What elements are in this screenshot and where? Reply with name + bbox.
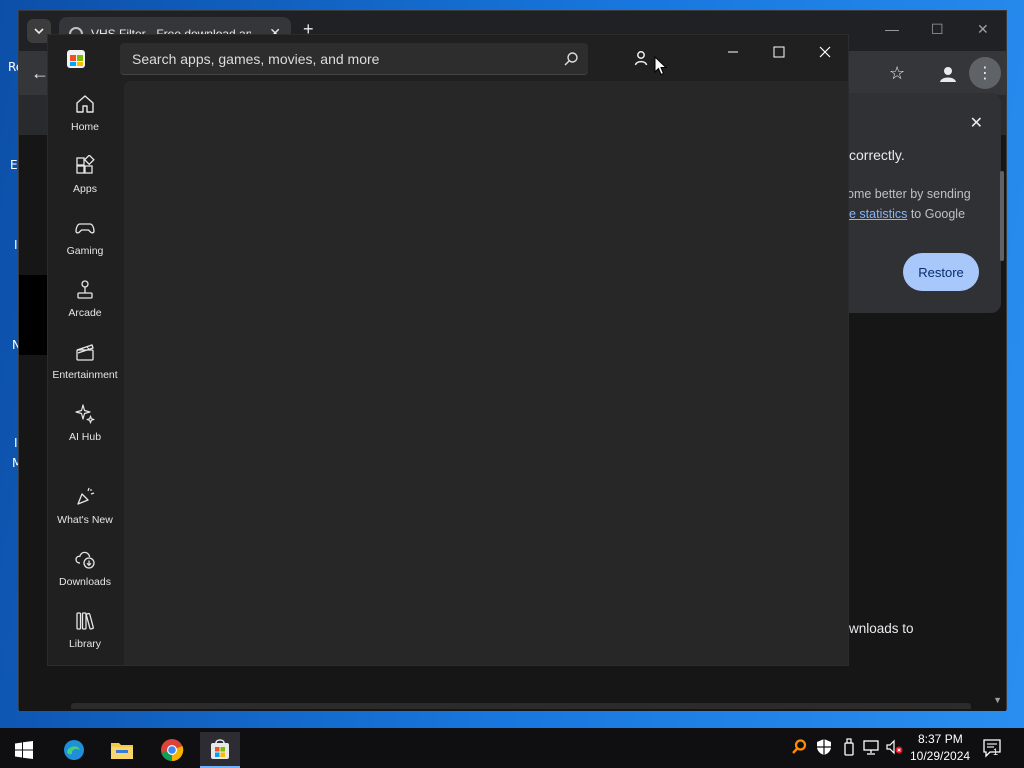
nav-label: Arcade xyxy=(68,307,102,319)
desktop-icon-label[interactable]: I xyxy=(14,436,18,450)
store-logo-icon xyxy=(67,50,85,68)
search-icon[interactable] xyxy=(562,50,580,68)
nav-label: Library xyxy=(68,638,102,650)
desktop-icon-label[interactable]: E xyxy=(10,158,18,172)
clock-time[interactable]: 8:37 PM xyxy=(918,732,963,746)
windows-logo-icon xyxy=(15,741,33,759)
store-minimize-button[interactable] xyxy=(718,42,748,62)
usage-statistics-link[interactable]: e statistics xyxy=(849,207,907,221)
clapperboard-icon xyxy=(76,344,94,361)
joystick-icon xyxy=(77,280,93,299)
nav-label: Home xyxy=(70,121,99,133)
page-bottom-bar xyxy=(71,703,971,709)
chrome-menu-button[interactable]: ⋮ xyxy=(969,57,1001,89)
store-search-input[interactable] xyxy=(132,49,552,69)
popup-close-icon[interactable]: ✕ xyxy=(970,113,983,133)
network-icon[interactable] xyxy=(862,738,880,756)
nav-whats-new[interactable]: What's New xyxy=(48,486,122,544)
nav-entertainment[interactable]: Entertainment xyxy=(48,341,122,399)
nav-apps[interactable]: Apps xyxy=(48,155,122,213)
chrome-close-button[interactable]: ✕ xyxy=(977,21,989,38)
profile-icon[interactable] xyxy=(937,63,959,85)
nav-arcade[interactable]: Arcade xyxy=(48,279,122,337)
volume-muted-icon[interactable] xyxy=(885,738,903,756)
downloads-text: wnloads to xyxy=(849,621,914,636)
game-controller-icon xyxy=(75,223,95,234)
chrome-icon xyxy=(161,739,184,762)
store-search-box[interactable] xyxy=(120,43,588,75)
popup-body-suffix: to Google xyxy=(907,207,966,221)
folder-icon xyxy=(111,743,133,759)
search-tray-icon[interactable] xyxy=(790,738,808,756)
start-button[interactable] xyxy=(4,732,44,768)
account-icon[interactable] xyxy=(633,50,649,66)
nav-label: Gaming xyxy=(66,245,104,257)
nav-label: Downloads xyxy=(59,576,111,588)
nav-label: Entertainment xyxy=(52,369,118,381)
security-shield-icon[interactable] xyxy=(815,738,833,756)
clock-date[interactable]: 10/29/2024 xyxy=(910,749,970,763)
mouse-cursor-icon xyxy=(654,56,668,76)
library-icon xyxy=(76,612,94,630)
nav-label: Apps xyxy=(73,183,97,195)
cloud-download-icon xyxy=(75,551,95,569)
usb-device-icon[interactable] xyxy=(840,738,858,756)
home-icon xyxy=(76,95,94,113)
desktop-icon-label[interactable]: I xyxy=(14,238,18,252)
chrome-minimize-button[interactable]: — xyxy=(885,21,899,37)
taskbar-edge[interactable] xyxy=(54,732,94,768)
nav-gaming[interactable]: Gaming xyxy=(48,217,122,275)
notification-count-badge: 1 xyxy=(993,747,999,757)
microsoft-store-window: Home Apps Gaming Arcade Entertainment xyxy=(47,34,849,666)
taskbar-store[interactable] xyxy=(200,732,240,768)
nav-label: AI Hub xyxy=(68,431,102,443)
store-bag-icon xyxy=(211,739,229,759)
store-maximize-button[interactable] xyxy=(764,42,794,62)
nav-downloads[interactable]: Downloads xyxy=(48,548,122,606)
nav-library[interactable]: Library xyxy=(48,610,122,668)
taskbar-chrome[interactable] xyxy=(152,732,192,768)
apps-icon xyxy=(76,155,95,174)
chevron-down-icon xyxy=(34,28,44,35)
bookmark-star-icon[interactable]: ☆ xyxy=(889,63,905,84)
scrollbar-thumb[interactable] xyxy=(1000,171,1004,261)
nav-ai-hub[interactable]: AI Hub xyxy=(48,403,122,461)
chrome-maximize-button[interactable]: ☐ xyxy=(931,21,944,38)
store-close-button[interactable] xyxy=(810,42,840,62)
popup-body-text: ome better by sending xyxy=(847,187,971,201)
sparkle-icon xyxy=(75,404,95,424)
megaphone-icon xyxy=(77,487,95,505)
nav-home[interactable]: Home xyxy=(48,93,122,151)
nav-label: What's New xyxy=(57,514,113,526)
taskbar: 8:37 PM 10/29/2024 1 xyxy=(0,728,1024,768)
taskbar-file-explorer[interactable] xyxy=(102,732,142,768)
edge-icon xyxy=(64,740,84,760)
scroll-down-arrow-icon[interactable]: ▼ xyxy=(993,695,1002,705)
popup-heading: correctly. xyxy=(849,147,905,163)
popup-body-text: e statistics to Google xyxy=(849,207,965,221)
store-content-area xyxy=(124,81,848,665)
restore-button[interactable]: Restore xyxy=(903,253,979,291)
